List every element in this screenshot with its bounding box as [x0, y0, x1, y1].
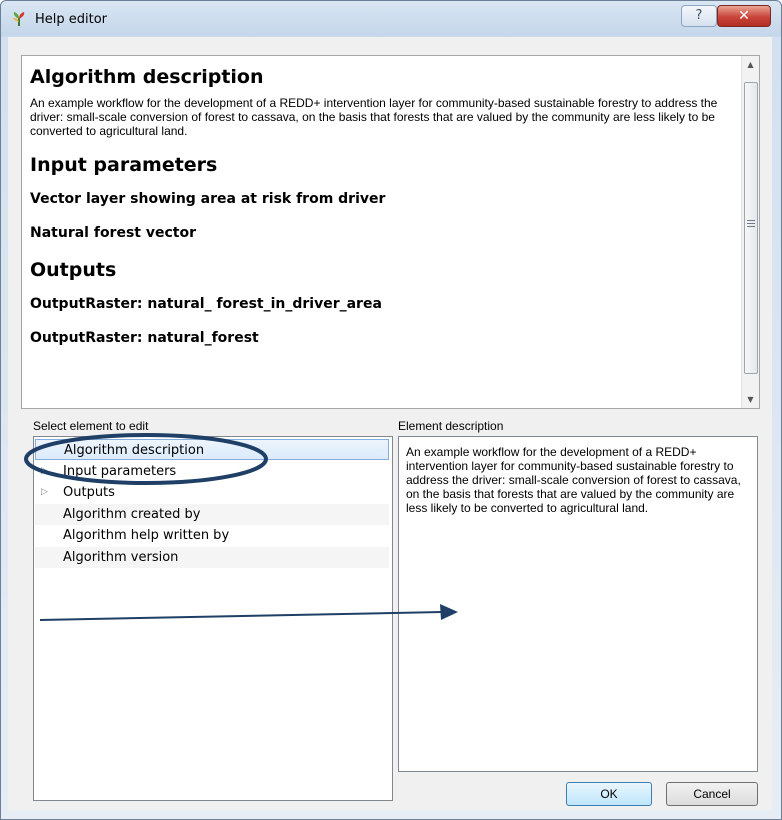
ok-button[interactable]: OK	[566, 782, 652, 806]
scroll-down-arrow-icon[interactable]: ▼	[742, 391, 759, 408]
grip-icon	[747, 220, 755, 227]
input-parameter-item: Vector layer showing area at risk from d…	[30, 191, 386, 207]
output-item: OutputRaster: natural_ forest_in_driver_…	[30, 296, 382, 312]
tree-item-input-parameters[interactable]: ▷ Input parameters	[35, 461, 389, 482]
help-preview-pane[interactable]: Algorithm description An example workflo…	[21, 55, 760, 409]
tree-item-outputs[interactable]: ▷ Outputs	[35, 482, 389, 503]
tree-item-label: Algorithm description	[64, 443, 205, 458]
tree-item-label: Outputs	[63, 485, 115, 500]
close-button[interactable]: ✕	[717, 5, 771, 27]
expand-arrow-icon[interactable]: ▷	[41, 482, 48, 503]
help-vertical-scrollbar[interactable]: ▲ ▼	[741, 56, 759, 408]
tree-item-label: Algorithm help written by	[63, 528, 230, 543]
element-description-label: Element description	[398, 419, 504, 433]
scroll-up-arrow-icon[interactable]: ▲	[742, 56, 759, 73]
algorithm-description-text: An example workflow for the development …	[30, 96, 718, 138]
element-description-text: An example workflow for the development …	[406, 445, 741, 515]
tree-item-label: Input parameters	[63, 464, 177, 479]
help-button[interactable]: ?	[681, 5, 717, 27]
expand-arrow-icon[interactable]: ▷	[41, 461, 48, 482]
element-description-textarea[interactable]: An example workflow for the development …	[398, 436, 758, 772]
app-logo-icon	[13, 12, 25, 26]
tree-item-algorithm-created-by[interactable]: Algorithm created by	[35, 504, 389, 525]
window-title: Help editor	[35, 12, 108, 27]
scroll-thumb[interactable]	[744, 82, 758, 374]
output-item: OutputRaster: natural_forest	[30, 330, 259, 346]
heading-algorithm-description: Algorithm description	[30, 66, 264, 88]
tree-item-algorithm-version[interactable]: Algorithm version	[35, 547, 389, 568]
tree-item-label: Algorithm created by	[63, 507, 201, 522]
tree-item-algorithm-description[interactable]: Algorithm description	[35, 439, 389, 460]
input-parameter-item: Natural forest vector	[30, 225, 196, 241]
tree-item-algorithm-help-written-by[interactable]: Algorithm help written by	[35, 525, 389, 546]
title-bar[interactable]: Help editor ? ✕	[1, 1, 781, 37]
heading-outputs: Outputs	[30, 259, 117, 281]
heading-input-parameters: Input parameters	[30, 154, 218, 176]
select-element-label: Select element to edit	[33, 419, 149, 433]
cancel-button[interactable]: Cancel	[666, 782, 758, 806]
help-preview-content: Algorithm description An example workflo…	[30, 62, 730, 346]
tree-item-label: Algorithm version	[63, 550, 179, 565]
element-tree[interactable]: Algorithm description ▷ Input parameters…	[33, 436, 393, 801]
